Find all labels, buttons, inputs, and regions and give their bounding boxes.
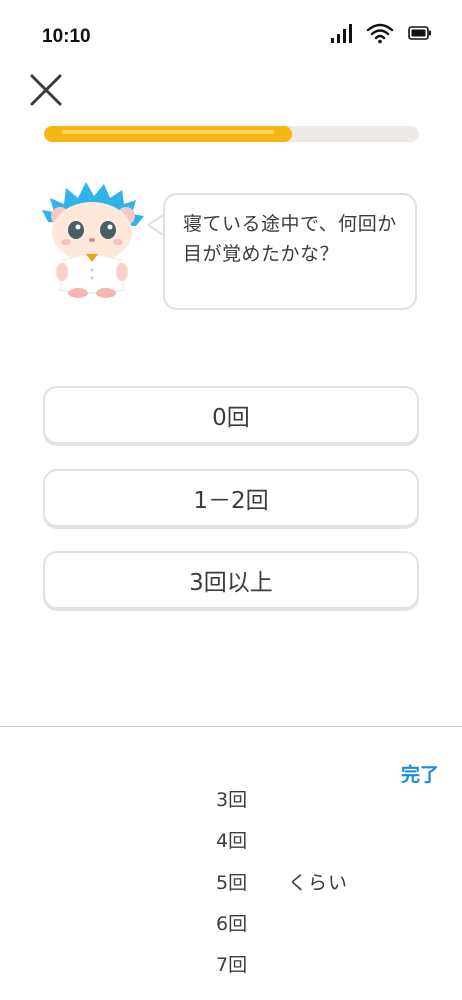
status-icons (330, 22, 432, 44)
close-button[interactable] (28, 72, 64, 108)
picker-item[interactable]: 7回 (216, 950, 247, 977)
close-icon (30, 74, 62, 106)
answer-option-1-2[interactable]: 1－2回 (43, 469, 419, 527)
status-bar: 10:10 (0, 0, 462, 60)
progress-fill (44, 126, 292, 142)
wifi-icon (366, 23, 394, 44)
picker-unit-label: くらい (288, 872, 349, 894)
picker-item-selected[interactable]: 5回 (216, 868, 247, 895)
question-text: 寝ている途中で、何回か目が覚めたかな？ (183, 213, 397, 265)
answer-option-3-plus[interactable]: 3回以上 (43, 551, 419, 609)
speech-bubble: 寝ている途中で、何回か目が覚めたかな？ (163, 193, 417, 310)
done-button[interactable]: 完了 (401, 760, 439, 787)
progress-highlight (62, 130, 274, 134)
picker-item[interactable]: 3回 (216, 785, 247, 812)
battery-icon (408, 26, 431, 40)
picker-item[interactable]: 6回 (216, 909, 247, 936)
picker-divider (0, 726, 462, 727)
hedgehog-mascot (42, 182, 144, 298)
cellular-signal-icon (331, 24, 352, 43)
picker-item[interactable]: 4回 (216, 826, 247, 853)
answer-option-0[interactable]: 0回 (43, 386, 419, 444)
progress-bar (44, 126, 419, 142)
status-time: 10:10 (42, 26, 91, 47)
